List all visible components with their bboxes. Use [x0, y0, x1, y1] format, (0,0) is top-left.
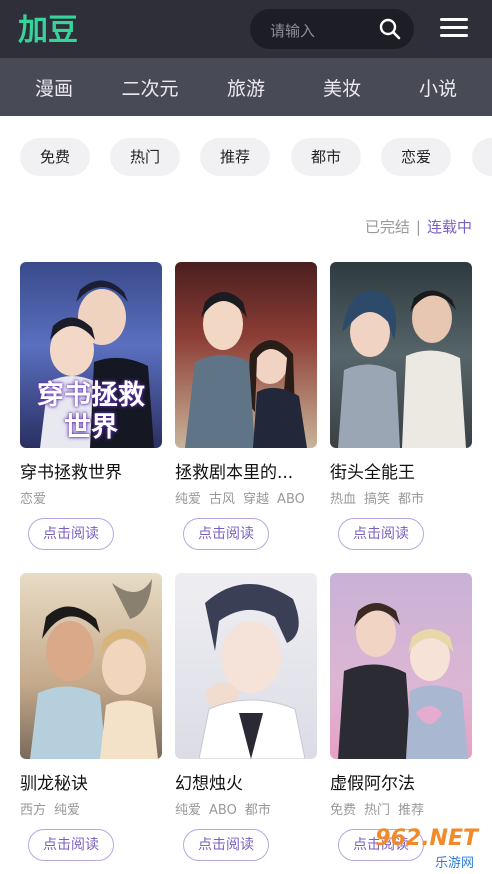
tag-filter-row: 免费 热门 推荐 都市 恋爱 — [0, 138, 492, 178]
category-beauty[interactable]: 美妆 — [302, 74, 382, 101]
comic-cover[interactable] — [175, 573, 317, 759]
read-button[interactable]: 点击阅读 — [183, 518, 269, 550]
category-travel[interactable]: 旅游 — [206, 74, 286, 101]
svg-text:加豆: 加豆 — [18, 13, 78, 48]
cover-illustration — [338, 290, 466, 448]
comic-card[interactable]: 穿书拯救世界 穿书拯救世界 恋爱 点击阅读 — [20, 262, 162, 550]
category-acg[interactable]: 二次元 — [110, 74, 190, 101]
comic-card[interactable]: 拯救剧本里的... 纯爱 古风 穿越 ABO 点击阅读 — [175, 262, 317, 550]
cover-illustration — [198, 583, 306, 759]
comic-cover[interactable] — [20, 573, 162, 759]
comic-card[interactable]: 驯龙秘诀 西方 纯爱 点击阅读 — [20, 573, 162, 861]
search-icon[interactable] — [378, 17, 402, 41]
comic-title[interactable]: 驯龙秘诀 — [20, 769, 162, 794]
read-button[interactable]: 点击阅读 — [183, 829, 269, 861]
comic-tag: 热血 — [330, 492, 357, 506]
comic-tag: 穿越 — [243, 492, 270, 506]
read-button[interactable]: 点击阅读 — [28, 518, 114, 550]
comic-tag: 免费 — [330, 803, 357, 817]
cover-illustration — [338, 603, 468, 759]
search-input[interactable]: 请输入 — [250, 9, 414, 49]
status-completed[interactable]: 已完结 — [365, 218, 410, 236]
comic-cover[interactable] — [175, 262, 317, 448]
top-bar: 加豆 请输入 — [0, 0, 492, 58]
comic-tags: 纯爱 古风 穿越 ABO — [175, 488, 317, 506]
comic-cover[interactable]: 穿书拯救世界 — [20, 262, 162, 448]
comic-tag: 恋爱 — [20, 492, 47, 506]
comic-title[interactable]: 幻想烛火 — [175, 769, 317, 794]
read-button[interactable]: 点击阅读 — [28, 829, 114, 861]
comic-tag: 纯爱 — [175, 803, 202, 817]
category-nav: 漫画 二次元 旅游 美妆 小说 — [0, 58, 492, 116]
tag-romance[interactable]: 恋爱 — [381, 138, 451, 176]
watermark-logo: 962.NET 乐游网 — [352, 826, 484, 871]
category-novel[interactable]: 小说 — [398, 74, 478, 101]
search-placeholder: 请输入 — [270, 22, 316, 40]
comic-card[interactable]: 幻想烛火 纯爱 ABO 都市 点击阅读 — [175, 573, 317, 861]
comic-card[interactable]: 街头全能王 热血 搞笑 都市 点击阅读 — [330, 262, 472, 550]
comic-tag: 都市 — [244, 803, 271, 817]
tag-more-partial[interactable] — [472, 138, 492, 176]
comic-tag: 推荐 — [398, 803, 425, 817]
cover-title-text: 穿书拯救世界 — [37, 380, 145, 443]
comic-title[interactable]: 穿书拯救世界 — [20, 458, 162, 483]
category-comic[interactable]: 漫画 — [14, 74, 94, 101]
app-logo[interactable]: 加豆 — [18, 8, 90, 48]
comic-tags: 纯爱 ABO 都市 — [175, 799, 317, 817]
comic-tags: 西方 纯爱 — [20, 799, 162, 817]
tag-free[interactable]: 免费 — [20, 138, 90, 176]
cover-illustration — [30, 579, 158, 759]
comic-cover[interactable] — [330, 262, 472, 448]
comic-title[interactable]: 拯救剧本里的... — [175, 458, 317, 483]
comic-tags: 热血 搞笑 都市 — [330, 488, 472, 506]
tag-city[interactable]: 都市 — [291, 138, 361, 176]
tag-recommend[interactable]: 推荐 — [200, 138, 270, 176]
watermark-sub: 乐游网 — [434, 856, 474, 871]
watermark-brand: 962.NET — [375, 826, 478, 851]
comic-tags: 恋爱 — [20, 488, 162, 506]
comic-tag: 西方 — [20, 803, 47, 817]
comic-tag: 纯爱 — [175, 492, 202, 506]
comic-card[interactable]: 虚假阿尔法 免费 热门 推荐 点击阅读 — [330, 573, 472, 861]
comic-tags: 免费 热门 推荐 — [330, 799, 472, 817]
read-button[interactable]: 点击阅读 — [338, 518, 424, 550]
comic-tag: 搞笑 — [364, 492, 391, 506]
cover-illustration — [185, 292, 307, 448]
comic-cover[interactable] — [330, 573, 472, 759]
tag-hot[interactable]: 热门 — [110, 138, 180, 176]
comic-title[interactable]: 街头全能王 — [330, 458, 472, 483]
status-separator: | — [415, 218, 421, 236]
comic-tag: ABO — [277, 492, 305, 506]
comic-tag: 纯爱 — [54, 803, 81, 817]
comic-tag: ABO — [209, 803, 237, 817]
menu-icon[interactable] — [440, 18, 468, 40]
status-filter: 已完结 | 连载中 — [365, 216, 472, 237]
comic-tag: 都市 — [398, 492, 425, 506]
comic-tag: 古风 — [209, 492, 236, 506]
comic-title[interactable]: 虚假阿尔法 — [330, 769, 472, 794]
comic-tag: 热门 — [364, 803, 391, 817]
status-ongoing[interactable]: 连载中 — [427, 218, 472, 236]
